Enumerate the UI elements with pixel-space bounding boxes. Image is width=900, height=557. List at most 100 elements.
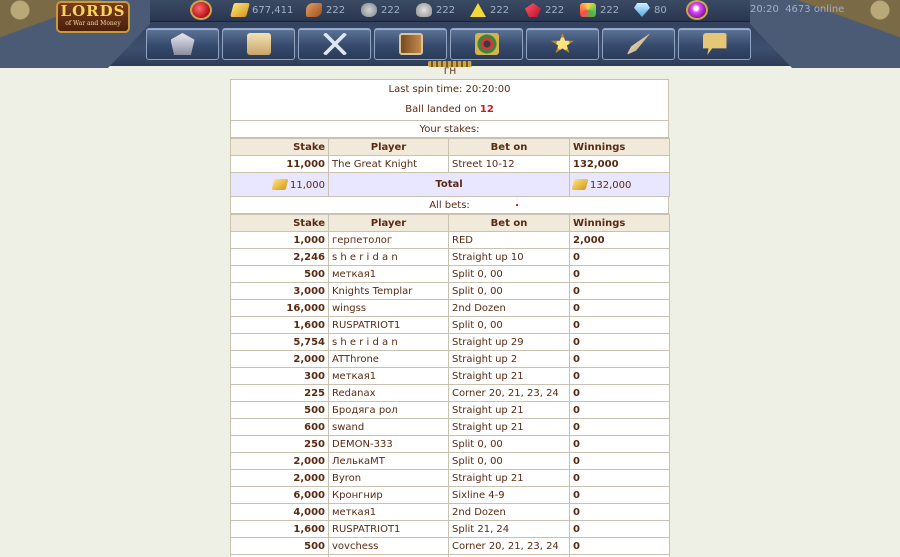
stake-cell: 1,000 [230,231,329,249]
total-label: Total [328,172,570,197]
resource-value: 222 [326,4,346,16]
total-row: 11,000 Total 132,000 [230,172,670,197]
player-cell[interactable]: меткая1 [328,367,449,385]
player-cell[interactable]: DEMON-333 [328,435,449,453]
your-stakes-table: Stake Player Bet on Winnings 11,000 The … [230,138,670,197]
player-cell[interactable]: swand [328,418,449,436]
heart-icon[interactable] [190,0,212,20]
winnings-cell: 0 [569,418,670,436]
bet-cell: Straight up 10 [448,248,570,266]
player-cell[interactable]: RUSPATRIOT1 [328,520,449,538]
player-cell[interactable]: ATThrone [328,350,449,368]
crystal-icon [525,3,541,17]
table-row: 2,000 Byron Straight up 21 0 [230,469,670,487]
nav-button-map[interactable] [222,28,295,60]
gems-icon [580,3,596,17]
stake-cell: 2,000 [230,452,329,470]
player-cell[interactable]: меткая1 [328,503,449,521]
table-row: 500 Бродяга рол Straight up 21 0 [230,401,670,419]
bet-cell: Straight up 21 [448,418,570,436]
bet-cell: Split 0, 00 [448,435,570,453]
resource-gold: 677,411 [230,2,294,18]
nav-button-rating[interactable] [526,28,599,60]
player-cell[interactable]: The Great Knight [328,155,449,173]
player-cell[interactable]: Byron [328,469,449,487]
column-header-bet-on: Bet on [448,214,570,232]
winnings-cell: 0 [569,333,670,351]
resource-value: 222 [600,4,620,16]
player-cell[interactable]: Redanax [328,384,449,402]
all-bets-body: 1,000 герпетолог RED 2,000 2,246 s h e r i d … [230,231,670,557]
winnings-cell: 0 [569,503,670,521]
winnings-cell: 0 [569,316,670,334]
winnings-cell: 0 [569,265,670,283]
bet-cell: RED [448,231,570,249]
bet-cell: Split 0, 00 [448,452,570,470]
stake-cell: 500 [230,265,329,283]
player-cell[interactable]: Кронгнир [328,486,449,504]
bet-cell: Split 0, 00 [448,265,570,283]
table-row: 1,600 RUSPATRIOT1 Split 0, 00 0 [230,316,670,334]
bet-cell: Street 10-12 [448,155,570,173]
your-stakes-title: Your stakes: [230,121,669,138]
resource-value: 677,411 [252,4,294,16]
table-row: 1,000 герпетолог RED 2,000 [230,231,670,249]
sulfur-icon [470,3,486,17]
player-cell[interactable]: s h e r i d a n [328,333,449,351]
player-cell[interactable]: ЛелькаМТ [328,452,449,470]
ball-landed: Ball landed on 12 [231,100,668,120]
nav-button-book[interactable] [374,28,447,60]
player-cell[interactable]: s h e r i d a n [328,248,449,266]
player-cell[interactable]: Бродяга рол [328,401,449,419]
nav-button-castle[interactable] [146,28,219,60]
stake-cell: 16,000 [230,299,329,317]
player-cell[interactable]: меткая1 [328,265,449,283]
nav-button-mail[interactable] [602,28,675,60]
header-short-label: ГН [443,67,457,77]
winnings-cell: 0 [569,452,670,470]
resource-value: 222 [436,4,456,16]
nav-button-battle[interactable] [298,28,371,60]
winnings-cell: 2,000 [569,231,670,249]
nav-button-chat[interactable] [678,28,751,60]
table-row: 4,000 меткая1 2nd Dozen 0 [230,503,670,521]
bet-cell: Corner 20, 21, 23, 24 [448,537,570,555]
player-cell[interactable]: wingss [328,299,449,317]
winnings-cell: 0 [569,435,670,453]
game-logo[interactable]: LORDS of War and Money [56,1,130,33]
player-cell[interactable]: Knights Templar [328,282,449,300]
player-cell[interactable]: RUSPATRIOT1 [328,316,449,334]
column-header-stake: Stake [230,138,329,156]
logo-subtitle: of War and Money [65,20,121,27]
gold-icon [230,3,250,17]
stake-cell: 1,600 [230,316,329,334]
resource-stone: 222 [361,2,400,18]
column-header-stake: Stake [230,214,329,232]
table-row: 11,000 The Great Knight Street 10-12 132… [230,155,670,173]
helmet-icon [170,33,195,55]
magic-orb-icon[interactable] [686,0,708,20]
player-cell[interactable]: vovchess [328,537,449,555]
nav-button-roulette[interactable] [450,28,523,60]
resource-crystal: 222 [525,2,564,18]
table-row: 1,600 RUSPATRIOT1 Split 21, 24 0 [230,520,670,538]
server-time: 20:20 [750,4,779,15]
column-header-player: Player [328,138,449,156]
winnings-cell: 0 [569,486,670,504]
winnings-cell: 0 [569,520,670,538]
player-cell[interactable]: герпетолог [328,231,449,249]
bet-cell: 2nd Dozen [448,299,570,317]
total-stake-cell: 11,000 [230,172,329,197]
server-status: 20:20 4673 online [750,4,844,15]
resource-value: 222 [381,4,401,16]
table-row: 2,000 ATThrone Straight up 20 [230,350,670,368]
column-header-winnings: Winnings [569,214,670,232]
winnings-cell: 0 [569,350,670,368]
table-header-row: Stake Player Bet on Winnings [230,138,670,156]
scroll-map-icon [246,33,271,55]
total-winnings-cell: 132,000 [569,172,670,197]
winnings-cell: 0 [569,537,670,555]
roulette-results-panel: Last spin time: 20:20:00 Ball landed on … [230,79,670,557]
bet-cell: Straight up 21 [448,367,570,385]
all-bets-title: All bets: [230,197,669,214]
